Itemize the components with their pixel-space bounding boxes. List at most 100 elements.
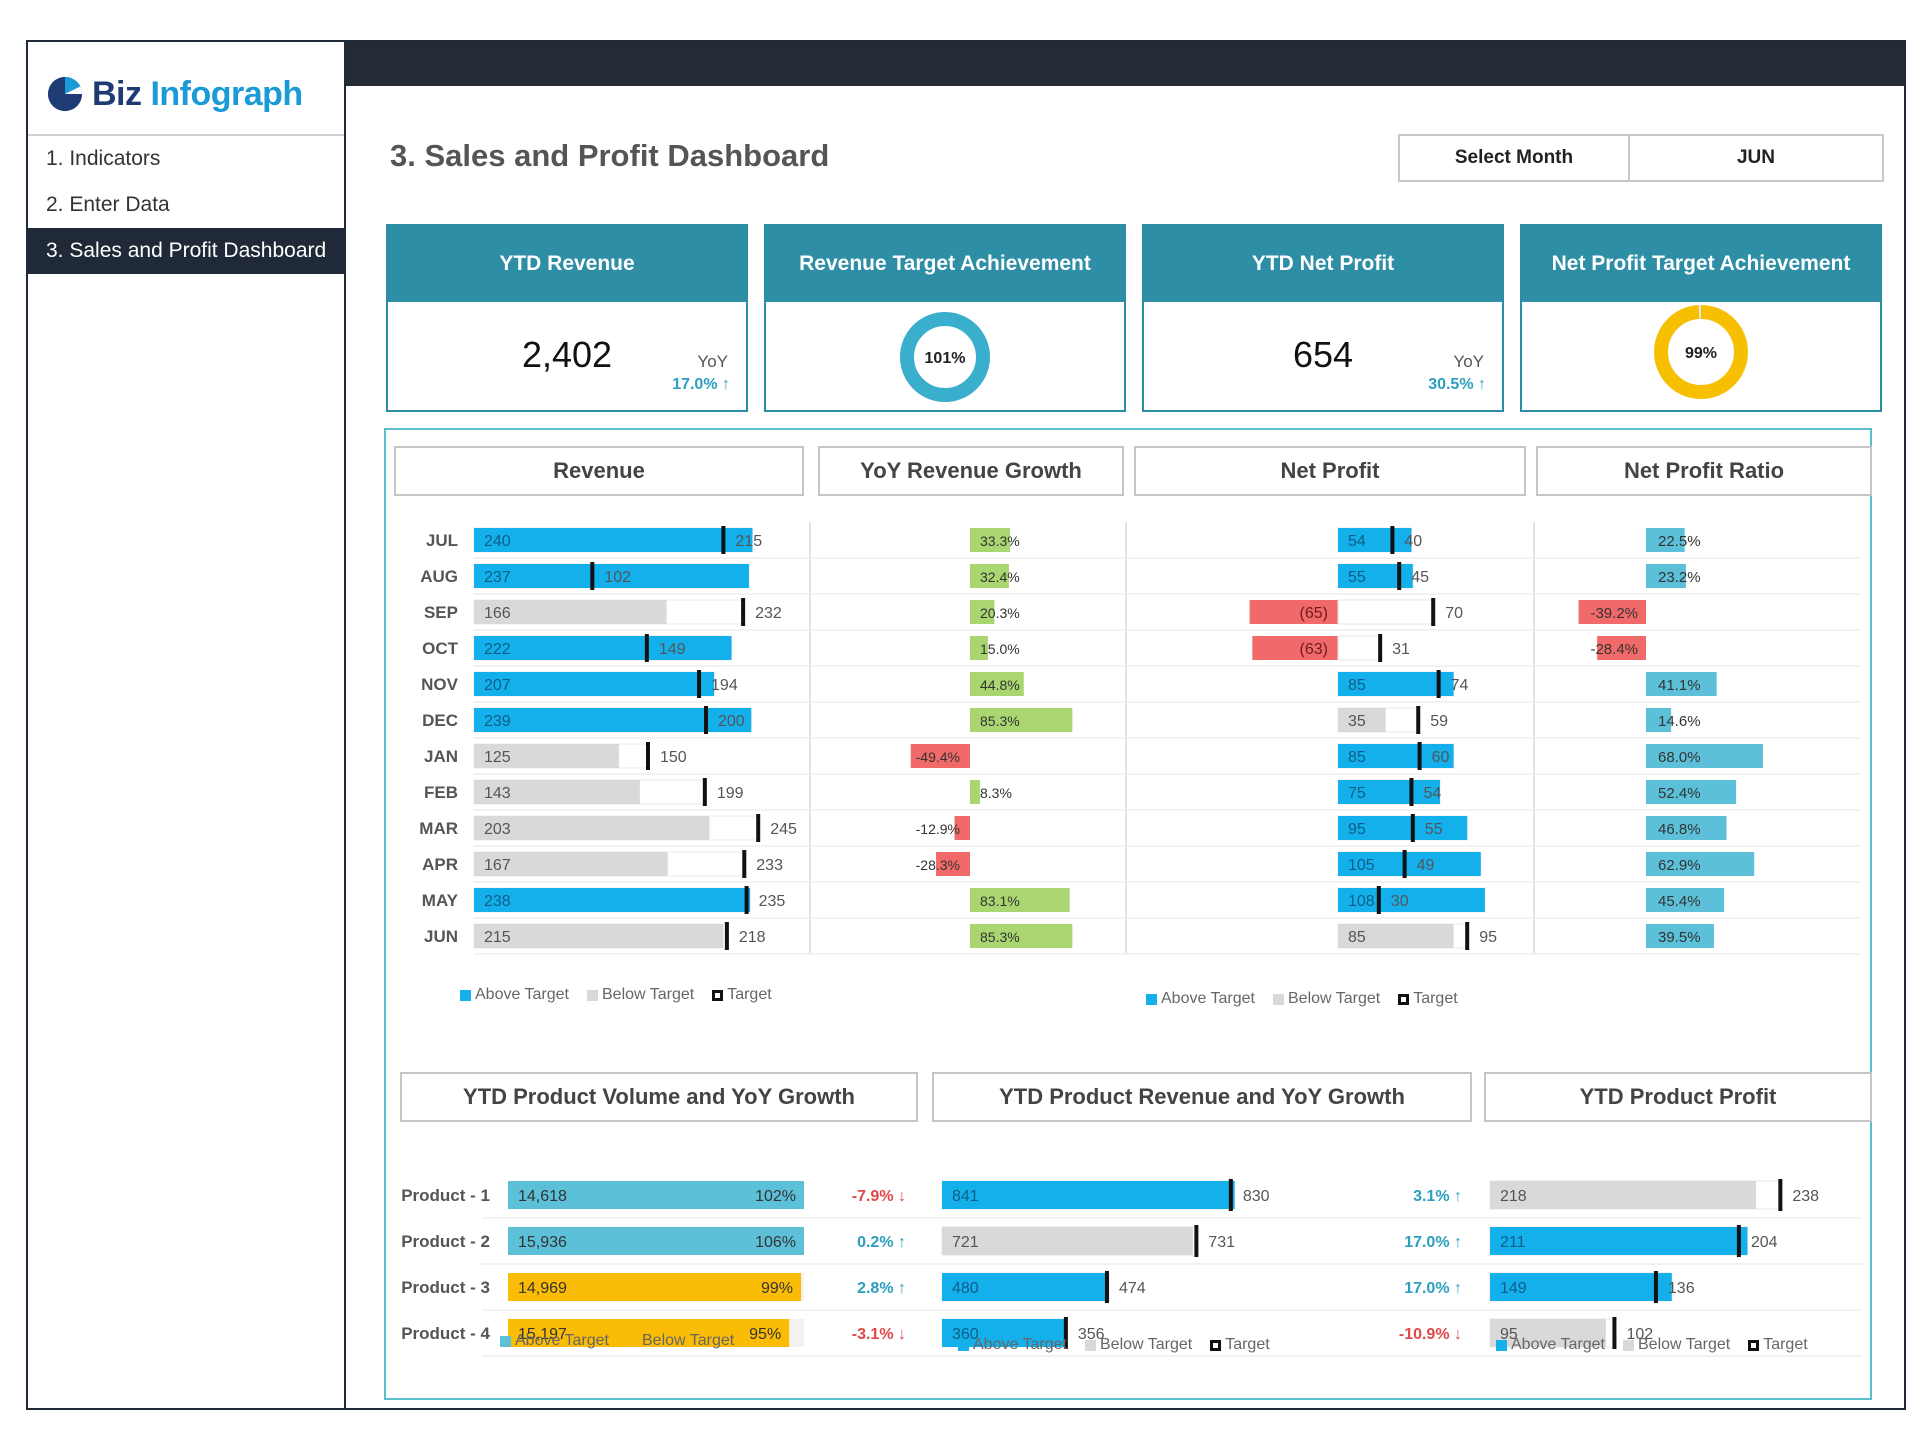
net-profit-value: 105 — [1348, 857, 1375, 874]
page-title: 3. Sales and Profit Dashboard — [390, 138, 830, 173]
legend-label: Above Target — [515, 1332, 609, 1349]
legend-item-below: Below Target — [587, 986, 694, 1004]
net-profit-value: 75 — [1348, 785, 1366, 802]
net-profit-ratio-label: 52.4% — [1658, 785, 1701, 802]
legend-swatch — [587, 989, 598, 1001]
kpi-profit-target: Net Profit Target Achievement 99% — [1520, 224, 1882, 412]
net-profit-target-value: 30 — [1391, 893, 1409, 910]
net-profit-target-marker — [1390, 526, 1395, 554]
legend-swatch — [1496, 1339, 1507, 1351]
revenue-value: 207 — [484, 677, 511, 694]
product-label: Product - 1 — [401, 1186, 490, 1205]
kpi-yoy-label: YoY — [697, 352, 728, 371]
legend-item-target: Target — [1210, 1336, 1270, 1354]
legend-revenue: Above Target Below Target Target — [460, 986, 772, 1004]
revenue-target-marker — [704, 706, 708, 734]
revenue-target-marker — [744, 886, 749, 914]
legend-product-revenue: Above Target Below Target Target — [958, 1336, 1270, 1354]
yoy-growth-label: 83.1% — [980, 893, 1020, 909]
revenue-target-marker — [644, 634, 649, 662]
yoy-growth-label: 33.3% — [980, 533, 1020, 549]
kpi-title: Revenue Target Achievement — [766, 226, 1124, 302]
product-revenue-target-value: 474 — [1119, 1280, 1146, 1297]
volume-value: 14,618 — [518, 1188, 567, 1205]
volume-achievement: 106% — [755, 1234, 796, 1251]
net-profit-ratio-label: -28.4% — [1590, 641, 1638, 658]
revenue-target-value: 150 — [660, 749, 687, 766]
product-revenue-yoy: 3.1% ↑ — [1413, 1188, 1462, 1205]
net-profit-value: 54 — [1348, 533, 1366, 550]
product-profit-target-value: 204 — [1751, 1234, 1778, 1251]
revenue-target-marker — [702, 778, 707, 806]
legend-label: Below Target — [602, 986, 695, 1003]
legend-swatch — [1748, 1339, 1760, 1351]
product-revenue-bar — [942, 1227, 1193, 1255]
legend-label: Below Target — [1288, 990, 1381, 1007]
yoy-growth-label: 20.3% — [980, 605, 1020, 621]
sidebar-item-dashboard[interactable]: 3. Sales and Profit Dashboard — [28, 228, 344, 274]
revenue-value: 239 — [484, 713, 511, 730]
legend-swatch — [627, 1335, 638, 1347]
revenue-value: 166 — [484, 605, 511, 622]
net-profit-ratio-label: 41.1% — [1658, 677, 1701, 694]
yoy-growth-label: 85.3% — [980, 713, 1020, 729]
legend-net-profit: Above Target Below Target Target — [1146, 990, 1458, 1008]
sidebar-item-enter-data[interactable]: 2. Enter Data — [28, 182, 344, 228]
revenue-target-value: 102 — [604, 569, 631, 586]
product-revenue-target-marker — [1194, 1225, 1199, 1257]
revenue-bar — [474, 636, 732, 660]
net-profit-ratio-label: -39.2% — [1590, 605, 1638, 622]
net-profit-value: 108 — [1348, 893, 1375, 910]
net-profit-value: (65) — [1300, 605, 1328, 622]
brand-logo: Biz Infograph — [46, 68, 303, 120]
legend-swatch — [712, 989, 724, 1001]
month-label: NOV — [421, 675, 459, 694]
legend-swatch — [1210, 1339, 1222, 1351]
revenue-value: 237 — [484, 569, 511, 586]
revenue-target-value: 199 — [717, 785, 744, 802]
sidebar-nav: 1. Indicators 2. Enter Data 3. Sales and… — [28, 136, 344, 274]
net-profit-target-marker — [1465, 922, 1470, 950]
revenue-target-value: 215 — [735, 533, 762, 550]
legend-label: Target — [1763, 1336, 1808, 1353]
net-profit-target-value: 49 — [1417, 857, 1435, 874]
legend-item-above: Above Target — [460, 986, 569, 1004]
revenue-target-marker — [742, 850, 747, 878]
product-profit-bar — [1490, 1181, 1756, 1209]
net-profit-value: 35 — [1348, 713, 1366, 730]
kpi-yoy-value: 17.0% ↑ — [672, 376, 730, 393]
revenue-target-value: 200 — [718, 713, 745, 730]
revenue-bar — [474, 888, 751, 912]
kpi-title: YTD Net Profit — [1144, 226, 1502, 302]
month-select-label: Select Month — [1400, 136, 1630, 180]
month-label: FEB — [424, 783, 458, 802]
revenue-bar — [474, 708, 752, 732]
app-window: Biz Infograph 1. Indicators 2. Enter Dat… — [0, 0, 1920, 1440]
net-profit-target-value: 54 — [1423, 785, 1441, 802]
top-bar — [346, 42, 1904, 86]
net-profit-target-marker — [1378, 634, 1383, 662]
brand-biz: Biz — [92, 74, 142, 113]
month-label: MAY — [422, 891, 459, 910]
revenue-target-value: 149 — [659, 641, 686, 658]
net-profit-ratio-label: 23.2% — [1658, 569, 1701, 586]
revenue-target-marker — [590, 562, 595, 590]
net-profit-ratio-label: 62.9% — [1658, 857, 1701, 874]
net-profit-target-value: 45 — [1411, 569, 1429, 586]
month-select-dropdown[interactable]: JUN — [1630, 136, 1882, 180]
product-label: Product - 3 — [401, 1278, 490, 1297]
sidebar-item-indicators[interactable]: 1. Indicators — [28, 136, 344, 182]
revenue-target-value: 218 — [739, 929, 766, 946]
legend-item-below: Below Target — [627, 1332, 734, 1350]
legend-swatch — [1273, 993, 1284, 1005]
brand-infograph: Infograph — [150, 74, 303, 113]
net-profit-target-marker — [1410, 814, 1415, 842]
revenue-value: 125 — [484, 749, 511, 766]
revenue-target-value: 235 — [759, 893, 786, 910]
net-profit-ratio-label: 46.8% — [1658, 821, 1701, 838]
revenue-target-marker — [741, 598, 746, 626]
revenue-value: 203 — [484, 821, 511, 838]
month-label: AUG — [420, 567, 458, 586]
month-label: MAR — [419, 819, 458, 838]
net-profit-ratio-label: 14.6% — [1658, 713, 1701, 730]
